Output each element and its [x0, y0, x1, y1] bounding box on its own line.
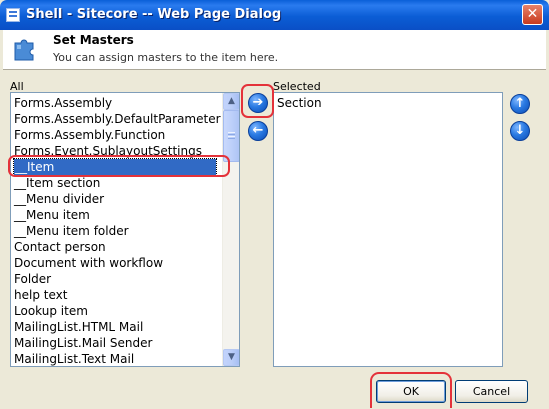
list-item[interactable]: __Menu item folder [14, 223, 129, 239]
dialog-subtitle: You can assign masters to the item here. [53, 51, 279, 64]
available-masters-list[interactable]: Forms.Assembly Forms.Assembly.DefaultPar… [10, 92, 240, 367]
list-item[interactable]: Folder [14, 271, 51, 287]
arrow-left-icon[interactable]: ← [248, 121, 268, 141]
list-item[interactable]: __Menu item [14, 207, 90, 223]
close-button[interactable]: ✕ [522, 4, 543, 25]
list-item[interactable]: Forms.Assembly.Function [14, 127, 165, 143]
list-item[interactable]: __Item section [14, 175, 100, 191]
list-item[interactable]: Forms.Event.SublayoutSettings [14, 143, 202, 159]
dialog-header: Set Masters You can assign masters to th… [3, 30, 546, 70]
vertical-scrollbar[interactable]: ▲ ▼ [222, 93, 239, 366]
puzzle-icon [14, 39, 34, 61]
list-item[interactable]: help text [14, 287, 67, 303]
title-bar[interactable]: Shell - Sitecore -- Web Page Dialog ✕ [0, 0, 549, 30]
list-item[interactable]: Forms.Assembly.DefaultParameter [14, 111, 221, 127]
list-item[interactable]: Contact person [14, 239, 106, 255]
list-item[interactable]: Lookup item [14, 303, 88, 319]
selected-masters-list[interactable]: Section [273, 92, 503, 367]
arrow-down-icon[interactable]: ↓ [510, 121, 530, 141]
list-item[interactable]: MailingList.Text Mail [14, 351, 134, 366]
window-app-icon [6, 8, 20, 22]
list-item[interactable]: Forms.Assembly [14, 95, 112, 111]
dialog-title: Set Masters [53, 33, 134, 47]
window-title: Shell - Sitecore -- Web Page Dialog [26, 7, 282, 22]
arrow-up-icon[interactable]: ↑ [510, 94, 530, 114]
scroll-thumb[interactable] [223, 110, 239, 162]
list-item[interactable]: MailingList.Mail Sender [14, 335, 152, 351]
list-item[interactable]: Document with workflow [14, 255, 163, 271]
list-item[interactable]: Section [277, 95, 322, 111]
list-item[interactable]: __Menu divider [14, 191, 104, 207]
arrow-right-icon[interactable]: ➔ [248, 93, 268, 113]
list-item[interactable]: MailingList.HTML Mail [14, 319, 143, 335]
cancel-button[interactable]: Cancel [455, 380, 528, 403]
scroll-down-button[interactable]: ▼ [223, 349, 239, 366]
list-item-selected[interactable]: __Item [13, 158, 217, 176]
ok-button[interactable]: OK [376, 380, 446, 403]
scroll-up-button[interactable]: ▲ [223, 93, 239, 110]
